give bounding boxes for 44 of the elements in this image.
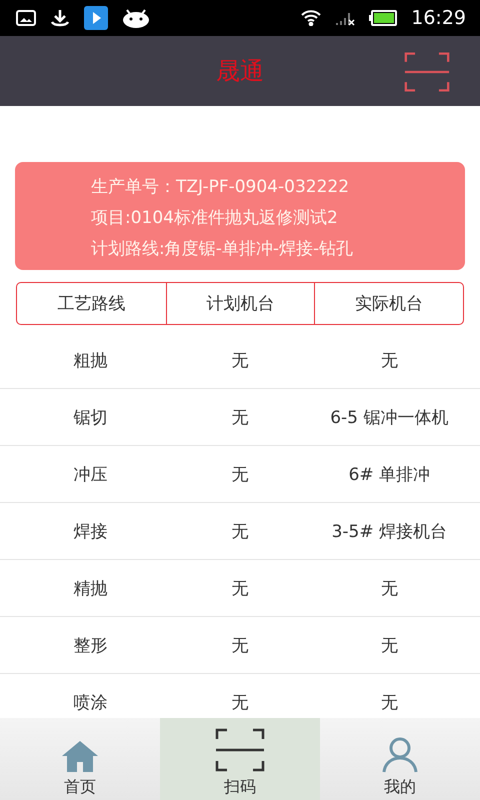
table-cell-text: 锯切 [72, 406, 109, 428]
table-cell-text: 无 [380, 692, 399, 714]
table-cell-text: 无 [230, 634, 250, 656]
order-info: 计划路线:角度锯-单排冲-焊接-钻孔 [91, 238, 354, 260]
table-cell-text: 无 [230, 406, 250, 428]
clock-time: 16:29 [411, 7, 466, 29]
scan-icon [404, 50, 450, 94]
order-info: 项目:0104标准件抛丸返修测试2 [91, 207, 339, 229]
table-cell-text: 6-5 锯冲一体机 [329, 406, 450, 428]
table-cell-text: 无 [230, 350, 250, 372]
scan-icon [215, 727, 265, 773]
column-header: 计划机台 [166, 283, 314, 324]
person-icon [381, 737, 419, 773]
download-icon [50, 9, 70, 27]
signal-icon [335, 10, 356, 26]
table-cell-text: 粗抛 [72, 350, 109, 372]
play-icon [84, 6, 108, 30]
column-header: 实际机台 [314, 283, 463, 324]
column-header: 工艺路线 [56, 293, 126, 316]
table-cell-text: 无 [380, 634, 399, 656]
table-cell-text: 无 [380, 350, 399, 372]
app-title: 晟通 [216, 56, 264, 87]
table-cell-text: 焊接 [72, 520, 109, 542]
table-cell-text: 无 [230, 464, 250, 486]
nav-tab[interactable]: 我的 [320, 718, 480, 800]
table-cell-text: 3-5# 焊接机台 [330, 520, 448, 542]
table-cell-text: 无 [230, 520, 250, 542]
table-cell-text: 喷涂 [72, 692, 109, 714]
home-icon [61, 739, 99, 773]
table-cell-text: 冲压 [72, 464, 109, 486]
scan-button[interactable] [404, 50, 450, 94]
table-cell-text: 无 [380, 578, 399, 600]
table-cell-text: 整形 [72, 634, 109, 656]
table-cell-text: 6# 单排冲 [348, 464, 432, 486]
table-cell-text: 无 [230, 692, 250, 714]
order-info: 生产单号：TZJ-PF-0904-032222 [91, 176, 350, 198]
nav-tab[interactable]: 首页 [0, 718, 160, 800]
battery-icon [369, 10, 398, 26]
robot-icon [122, 8, 150, 28]
table-cell-text: 无 [230, 578, 250, 600]
picture-icon [16, 10, 36, 26]
wifi-icon [301, 10, 322, 26]
table-cell-text: 精抛 [72, 578, 109, 600]
nav-tab[interactable]: 扫码 [160, 718, 320, 800]
